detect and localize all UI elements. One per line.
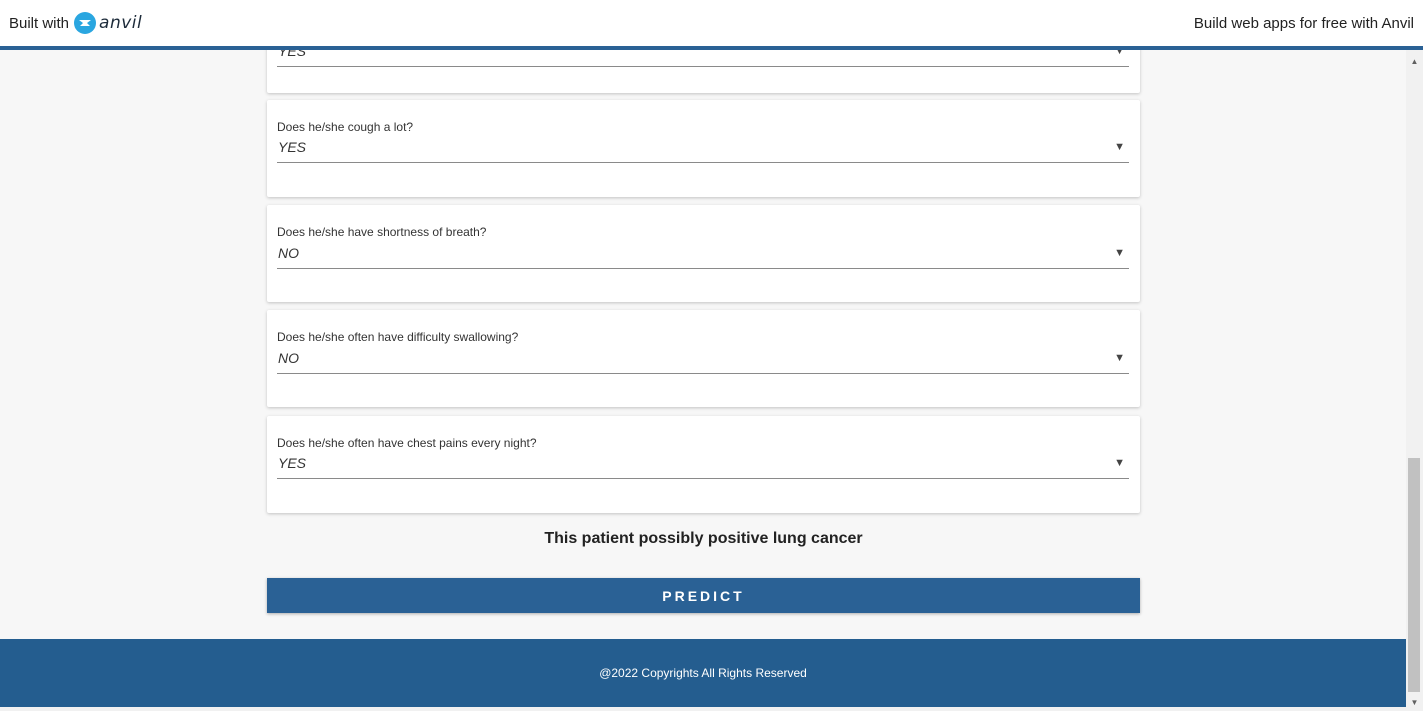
- footer: @2022 Copyrights All Rights Reserved: [0, 639, 1406, 707]
- prediction-result: This patient possibly positive lung canc…: [544, 530, 863, 547]
- dropdown-value: YES: [278, 455, 307, 471]
- answer-dropdown[interactable]: YES ▼: [277, 133, 1129, 163]
- anvil-logo-icon: [74, 12, 97, 34]
- answer-dropdown[interactable]: NO ▼: [277, 239, 1129, 269]
- anvil-banner: Built with anvil Build web apps for free…: [0, 0, 1423, 50]
- answer-dropdown[interactable]: NO ▼: [277, 344, 1129, 374]
- chevron-down-icon: ▼: [1114, 457, 1125, 469]
- chevron-down-icon: ▼: [1114, 247, 1125, 259]
- dropdown-value: YES: [278, 139, 307, 155]
- question-label: Does he/she often have difficulty swallo…: [277, 330, 519, 344]
- chevron-down-icon: ▼: [1114, 352, 1125, 364]
- built-with-anvil[interactable]: Built with anvil: [9, 12, 142, 34]
- scroll-up-icon[interactable]: ▲: [1406, 54, 1423, 68]
- build-apps-link[interactable]: Build web apps for free with Anvil: [1194, 15, 1414, 32]
- question-label: Does he/she cough a lot?: [277, 120, 414, 134]
- dropdown-value: NO: [278, 245, 299, 261]
- dropdown-value: NO: [278, 350, 299, 366]
- answer-dropdown[interactable]: YES ▼: [277, 449, 1129, 479]
- question-label: Does he/she have shortness of breath?: [277, 225, 487, 239]
- anvil-logo-text: anvil: [99, 13, 143, 33]
- question-card: Does he/she often have chest pains every…: [267, 416, 1140, 513]
- scroll-down-icon[interactable]: ▼: [1406, 695, 1423, 709]
- bottom-strip: [0, 707, 1406, 711]
- question-card: Does he/she often have difficulty swallo…: [267, 310, 1140, 407]
- vertical-scrollbar[interactable]: ▲ ▼: [1406, 50, 1423, 711]
- copyright-text: @2022 Copyrights All Rights Reserved: [599, 666, 807, 680]
- anvil-logo[interactable]: anvil: [74, 12, 142, 34]
- question-card: Does he/she have shortness of breath? NO…: [267, 205, 1140, 302]
- question-label: Does he/she often have chest pains every…: [277, 436, 537, 450]
- chevron-down-icon: ▼: [1114, 141, 1125, 153]
- scrollbar-thumb[interactable]: [1408, 458, 1420, 692]
- predict-button[interactable]: PREDICT: [267, 578, 1140, 613]
- question-card: Does he/she cough a lot? YES ▼: [267, 100, 1140, 197]
- built-with-label: Built with: [9, 14, 70, 32]
